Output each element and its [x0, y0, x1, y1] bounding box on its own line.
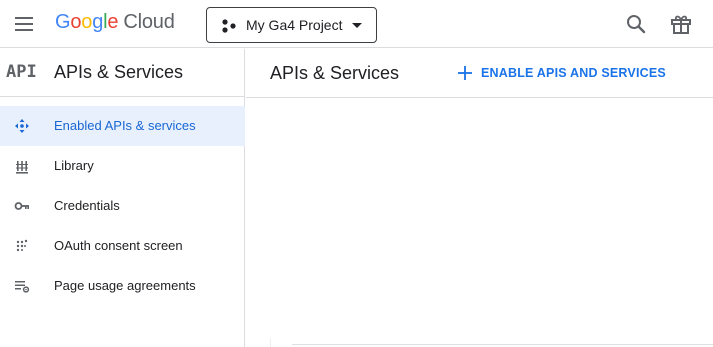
- sidebar-item-label: Page usage agreements: [54, 278, 196, 293]
- library-icon: [16, 161, 28, 174]
- logo-letter: g: [92, 11, 104, 33]
- sidebar-item-page-usage-agreements[interactable]: Page usage agreements: [0, 266, 245, 306]
- sidebar-item-enabled-apis[interactable]: Enabled APIs & services: [0, 106, 245, 146]
- page-title: APIs & Services: [270, 63, 400, 83]
- enabled-apis-icon: [15, 119, 29, 133]
- top-bar: Google Cloud My Ga4 Project: [0, 0, 713, 48]
- sidebar-item-library[interactable]: Library: [0, 146, 245, 186]
- logo-letter: G: [55, 11, 71, 33]
- google-cloud-logo[interactable]: Google Cloud: [55, 11, 175, 37]
- enable-apis-button[interactable]: ENABLE APIS AND SERVICES: [457, 61, 666, 85]
- hamburger-menu-icon[interactable]: [12, 12, 36, 36]
- sidebar-item-label: Library: [54, 158, 94, 173]
- enable-apis-button-label: ENABLE APIS AND SERVICES: [481, 66, 666, 80]
- sidebar: API APIs & Services Enabled APIs & servi…: [0, 49, 245, 347]
- logo-letter: o: [70, 11, 82, 33]
- sidebar-title: APIs & Services: [54, 62, 184, 82]
- page-usage-settings-icon: [15, 281, 30, 293]
- project-picker-button[interactable]: My Ga4 Project: [206, 7, 377, 43]
- sidebar-item-credentials[interactable]: Credentials: [0, 186, 245, 226]
- plus-icon: [458, 66, 472, 80]
- google-wordmark: Google: [55, 11, 119, 34]
- oauth-consent-icon: [16, 239, 28, 252]
- key-icon: [14, 202, 29, 210]
- divider: [292, 344, 713, 345]
- api-badge-icon: API: [6, 62, 37, 82]
- gift-icon[interactable]: [669, 12, 693, 36]
- sidebar-nav: Enabled APIs & services Library Credenti…: [0, 106, 245, 306]
- main-header: APIs & Services ENABLE APIS AND SERVICES: [246, 49, 713, 98]
- dropdown-caret-icon: [352, 23, 362, 28]
- project-name: My Ga4 Project: [246, 17, 343, 33]
- logo-letter: e: [107, 11, 119, 33]
- sidebar-item-label: Enabled APIs & services: [54, 118, 196, 133]
- search-icon[interactable]: [624, 12, 648, 36]
- sidebar-item-label: OAuth consent screen: [54, 238, 183, 253]
- logo-product-name: Cloud: [123, 11, 175, 33]
- logo-letter: o: [81, 11, 93, 33]
- sidebar-header: API APIs & Services: [0, 49, 245, 97]
- divider: [270, 338, 271, 347]
- sidebar-item-label: Credentials: [54, 198, 120, 213]
- sidebar-item-oauth-consent[interactable]: OAuth consent screen: [0, 226, 245, 266]
- project-hierarchy-icon: [222, 19, 236, 33]
